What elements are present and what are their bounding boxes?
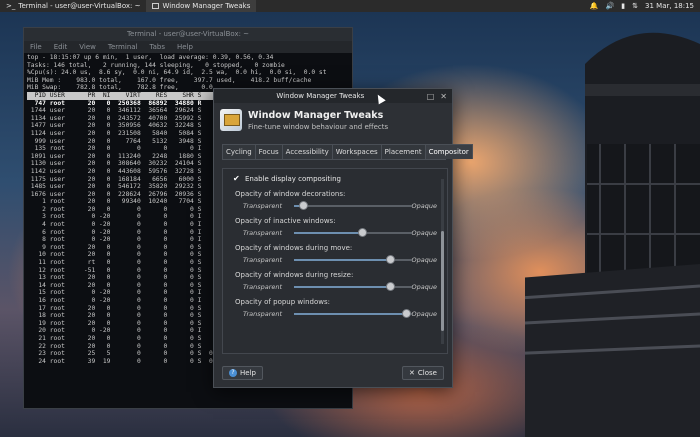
terminal-menubar: File Edit View Terminal Tabs Help	[24, 41, 352, 53]
checkbox-label: Enable display compositing	[245, 175, 341, 183]
enable-compositing-checkbox[interactable]: ✔ Enable display compositing	[223, 169, 447, 184]
slider-handle[interactable]	[386, 255, 396, 264]
slider-row: Transparent Opaque	[235, 282, 447, 291]
help-button-label: Help	[240, 369, 256, 377]
slider-fill	[293, 259, 391, 261]
slider-label: Opacity of window decorations:	[235, 190, 346, 198]
bell-icon[interactable]: 🔔	[590, 2, 599, 10]
battery-icon[interactable]: ▮	[621, 2, 625, 10]
taskbar-item-label: Terminal - user@user-VirtualBox: ~	[18, 2, 141, 10]
terminal-summary-line: top - 18:15:07 up 6 min, 1 user, load av…	[27, 54, 274, 61]
slider-label: Opacity of windows during resize:	[235, 271, 354, 279]
menu-tabs[interactable]: Tabs	[150, 41, 166, 53]
menu-file[interactable]: File	[30, 41, 42, 53]
taskbar-item-terminal[interactable]: >_ Terminal - user@user-VirtualBox: ~	[0, 0, 146, 12]
tab-bar: Cycling Focus Accessibility Workspaces P…	[222, 144, 473, 160]
terminal-title[interactable]: Terminal - user@user-VirtualBox: ~	[24, 28, 352, 41]
slider-max-label: Opaque	[411, 283, 437, 291]
slider-row: Transparent Opaque	[235, 309, 447, 318]
panel-scrollbar[interactable]	[441, 179, 444, 344]
taskbar-item-label: Window Manager Tweaks	[162, 2, 251, 10]
opacity-slider-group: Opacity of inactive windows: Transparent O…	[223, 217, 447, 237]
dialog-header: Window Manager Tweaks Fine-tune window b…	[214, 103, 452, 136]
tab-focus[interactable]: Focus	[254, 144, 283, 159]
clock[interactable]: 31 Mar, 18:15	[645, 2, 694, 10]
slider-label: Opacity of popup windows:	[235, 298, 330, 306]
terminal-summary-line: %Cpu(s): 24.0 us, 8.6 sy, 0.0 ni, 64.9 i…	[27, 69, 327, 77]
slider-label: Opacity of inactive windows:	[235, 217, 336, 225]
slider-handle[interactable]	[299, 201, 309, 210]
top-panel: >_ Terminal - user@user-VirtualBox: ~ Wi…	[0, 0, 700, 12]
help-button[interactable]: ? Help	[222, 366, 263, 380]
volume-icon[interactable]: 🔊	[606, 2, 615, 10]
slider-fill	[293, 286, 391, 288]
slider-min-label: Transparent	[243, 283, 283, 291]
slider-min-label: Transparent	[243, 310, 283, 318]
opacity-slider-group: Opacity of window decorations: Transparen…	[223, 190, 447, 210]
taskbar-item-wm-tweaks[interactable]: Window Manager Tweaks	[146, 0, 257, 12]
slider-max-label: Opaque	[411, 310, 437, 318]
menu-edit[interactable]: Edit	[54, 41, 68, 53]
dialog-subheading: Fine-tune window behaviour and effects	[248, 122, 389, 131]
slider-handle[interactable]	[401, 309, 411, 318]
slider-min-label: Transparent	[243, 202, 283, 210]
menu-view[interactable]: View	[79, 41, 96, 53]
close-icon: ✕	[409, 369, 415, 377]
system-tray: 🔔 🔊 ▮ ⇅ 31 Mar, 18:15	[590, 2, 700, 10]
opacity-slider-group: Opacity of popup windows: Transparent Opaq…	[223, 298, 447, 318]
close-icon[interactable]: ✕	[440, 92, 447, 101]
slider-handle[interactable]	[358, 228, 368, 237]
tab-compositor[interactable]: Compositor	[424, 144, 473, 159]
tab-placement[interactable]: Placement	[380, 144, 426, 159]
lighthouse-illustration	[525, 32, 700, 437]
slider-row: Transparent Opaque	[235, 201, 447, 210]
terminal-icon: >_	[6, 2, 16, 10]
slider-row: Transparent Opaque	[235, 228, 447, 237]
slider-handle[interactable]	[386, 282, 396, 291]
dialog-title: Window Manager Tweaks	[276, 92, 365, 100]
compositor-panel: ✔ Enable display compositing Opacity of …	[222, 168, 448, 354]
help-icon: ?	[229, 369, 237, 377]
slider-max-label: Opaque	[411, 202, 437, 210]
checkmark-icon: ✔	[233, 174, 240, 183]
opacity-slider[interactable]	[293, 309, 412, 318]
dialog-titlebar[interactable]: Window Manager Tweaks □ ✕	[214, 89, 452, 103]
slider-fill	[293, 313, 406, 315]
opacity-slider-group: Opacity of windows during move: Transpare…	[223, 244, 447, 264]
slider-min-label: Transparent	[243, 229, 283, 237]
opacity-slider[interactable]	[293, 255, 412, 264]
wm-tweaks-dialog[interactable]: Window Manager Tweaks □ ✕ Window Manager…	[213, 88, 473, 388]
slider-label: Opacity of windows during move:	[235, 244, 353, 252]
slider-row: Transparent Opaque	[235, 255, 447, 264]
window-icon	[152, 3, 160, 9]
terminal-summary-line: Tasks: 146 total, 2 running, 144 sleepin…	[27, 61, 285, 69]
opacity-slider[interactable]	[293, 201, 412, 210]
opacity-slider-group: Opacity of windows during resize: Transpa…	[223, 271, 447, 291]
slider-min-label: Transparent	[243, 256, 283, 264]
opacity-slider[interactable]	[293, 228, 412, 237]
menu-terminal[interactable]: Terminal	[108, 41, 138, 53]
network-icon[interactable]: ⇅	[632, 2, 638, 10]
tab-workspaces[interactable]: Workspaces	[331, 144, 382, 159]
maximize-icon[interactable]: □	[427, 92, 435, 101]
terminal-summary-line: MiB Mem : 983.0 total, 167.0 free, 397.7…	[27, 76, 312, 84]
wm-tweaks-app-icon	[220, 109, 242, 131]
slider-fill	[293, 232, 363, 234]
scrollbar-thumb[interactable]	[441, 231, 444, 331]
opacity-slider[interactable]	[293, 282, 412, 291]
dialog-heading: Window Manager Tweaks	[248, 109, 384, 121]
tab-cycling[interactable]: Cycling	[222, 144, 256, 159]
close-button-label: Close	[417, 369, 437, 377]
menu-help[interactable]: Help	[177, 41, 193, 53]
tab-accessibility[interactable]: Accessibility	[281, 144, 333, 159]
close-button[interactable]: ✕ Close	[402, 366, 444, 380]
slider-max-label: Opaque	[411, 256, 437, 264]
slider-max-label: Opaque	[411, 229, 437, 237]
